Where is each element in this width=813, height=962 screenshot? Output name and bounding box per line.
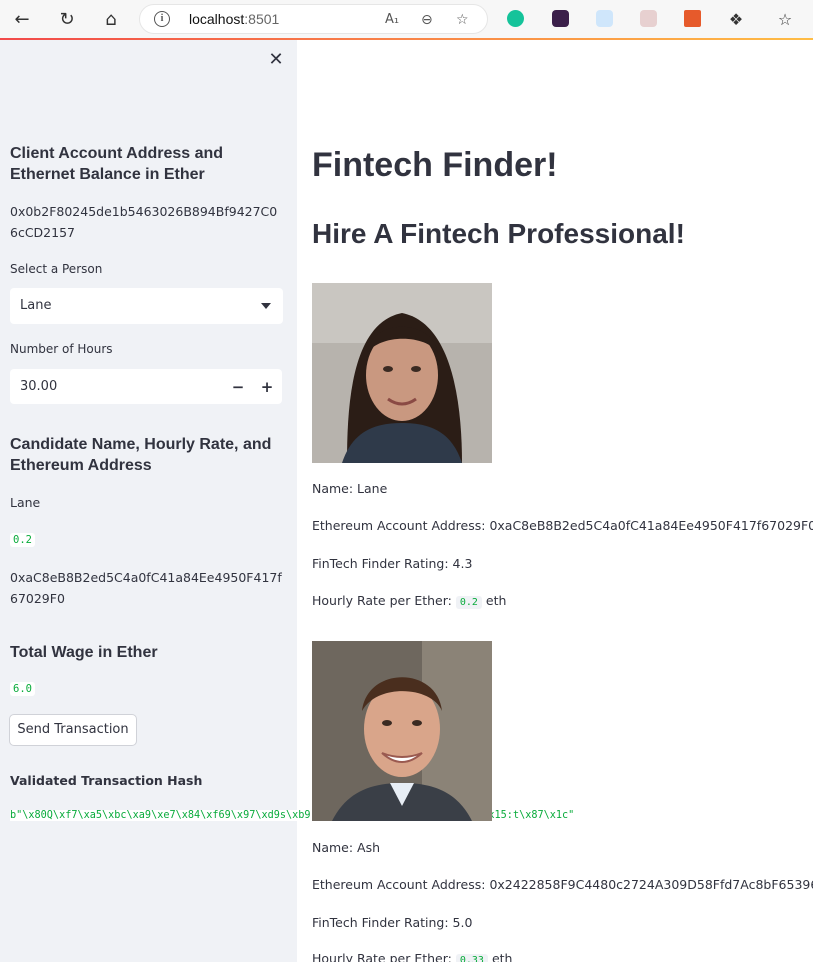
back-icon[interactable]: ← xyxy=(9,7,35,31)
home-icon[interactable]: ⌂ xyxy=(98,7,124,31)
candidate-address-text: Ethereum Account Address: 0xaC8eB8B2ed5C… xyxy=(312,518,813,533)
candidate-rating-text: FinTech Finder Rating: 5.0 xyxy=(312,915,473,930)
favorites-icon[interactable]: ☆ xyxy=(772,7,798,31)
person-select-value: Lane xyxy=(20,298,52,313)
hours-input[interactable]: 30.00 − + xyxy=(10,369,282,404)
browser-toolbar: ← ↻ ⌂ i localhost:8501 A₁ ⊖ ☆ ❖ ☆ xyxy=(0,0,813,38)
candidate-rate: 0.2 xyxy=(10,533,35,547)
candidate-photo-lane xyxy=(312,283,492,463)
reload-icon[interactable]: ↻ xyxy=(54,7,80,31)
wage-value: 6.0 xyxy=(10,682,35,696)
candidate-name: Lane xyxy=(10,495,41,510)
candidate-name-text: Name: Lane xyxy=(312,481,388,496)
megaphone-extension-icon[interactable] xyxy=(684,10,701,27)
address-bar[interactable]: i localhost:8501 A₁ ⊖ ☆ xyxy=(139,4,488,34)
page-subtitle: Hire A Fintech Professional! xyxy=(312,218,685,249)
page-title: Fintech Finder! xyxy=(312,146,558,184)
shield-extension-icon[interactable] xyxy=(640,10,657,27)
candidate-address-text: Ethereum Account Address: 0x2422858F9C44… xyxy=(312,877,813,892)
hours-input-value: 30.00 xyxy=(20,379,58,394)
rate-value: 0.33 xyxy=(455,954,488,962)
candidate-rate-text: Hourly Rate per Ether: 0.33 eth xyxy=(312,950,512,962)
extension-icon[interactable] xyxy=(552,10,569,27)
rate-prefix: Hourly Rate per Ether: xyxy=(312,951,452,962)
rate-suffix: eth xyxy=(485,593,507,608)
candidate-heading: Candidate Name, Hourly Rate, and Ethereu… xyxy=(10,436,272,474)
wage-heading: Total Wage in Ether xyxy=(10,644,158,661)
select-person-label: Select a Person xyxy=(10,262,103,276)
read-aloud-icon[interactable]: A₁ xyxy=(385,12,399,27)
transaction-hash: b"\x80Q\xf7\xa5\xbc\xa9\xe7\x84\xf69\x97… xyxy=(10,805,575,827)
candidate-address: 0xaC8eB8B2ed5C4a0fC41a84Ee4950F417f67029… xyxy=(10,570,282,606)
url-text: localhost:8501 xyxy=(189,11,280,27)
decrement-icon[interactable]: − xyxy=(227,376,249,398)
rate-value: 0.2 xyxy=(455,596,482,609)
sidebar: ✕ Client Account Address and Ethernet Ba… xyxy=(0,40,575,962)
rate-prefix: Hourly Rate per Ether: xyxy=(312,593,452,608)
hours-label: Number of Hours xyxy=(10,342,113,356)
candidate-rate-text: Hourly Rate per Ether: 0.2 eth xyxy=(312,592,506,612)
account-heading: Client Account Address and Ethernet Bala… xyxy=(10,145,224,183)
rate-suffix: eth xyxy=(491,951,513,962)
candidate-name-text: Name: Ash xyxy=(312,840,381,855)
favorite-add-icon[interactable]: ☆ xyxy=(456,12,469,28)
extensions-puzzle-icon[interactable]: ❖ xyxy=(723,7,749,31)
account-address: 0x0b2F80245de1b5463026B894Bf9427C06cCD21… xyxy=(10,204,278,240)
cloud-extension-icon[interactable] xyxy=(596,10,613,27)
increment-icon[interactable]: + xyxy=(256,376,278,398)
candidate-photo-ash xyxy=(312,641,492,821)
grammarly-extension-icon[interactable] xyxy=(507,10,524,27)
hash-heading: Validated Transaction Hash xyxy=(10,773,203,788)
send-transaction-button[interactable]: Send Transaction xyxy=(9,714,137,746)
zoom-icon[interactable]: ⊖ xyxy=(421,12,433,28)
chevron-down-icon xyxy=(261,303,271,309)
site-info-icon[interactable]: i xyxy=(154,11,170,27)
candidate-rating-text: FinTech Finder Rating: 4.3 xyxy=(312,556,473,571)
close-icon[interactable]: ✕ xyxy=(266,50,286,70)
person-select[interactable]: Lane xyxy=(10,288,283,324)
